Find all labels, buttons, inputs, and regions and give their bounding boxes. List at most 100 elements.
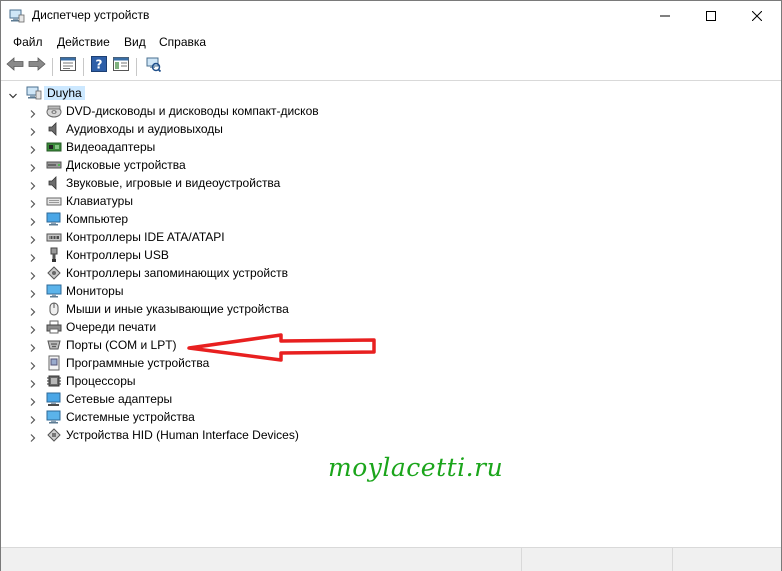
status-cell (522, 548, 673, 571)
tree-item[interactable]: Мыши и иные указывающие устройства (1, 300, 501, 318)
chevron-right-icon[interactable] (28, 358, 38, 370)
tree-item-label[interactable]: Очереди печати (66, 320, 156, 334)
toolbar-separator (52, 58, 53, 76)
tree-item-label[interactable]: Сетевые адаптеры (66, 392, 172, 406)
speaker-icon (46, 121, 62, 137)
chevron-right-icon[interactable] (28, 232, 38, 244)
tree-item[interactable]: Дисковые устройства (1, 156, 501, 174)
tree-item[interactable]: Мониторы (1, 282, 501, 300)
close-button[interactable] (734, 1, 780, 31)
chevron-right-icon[interactable] (28, 412, 38, 424)
status-cell (1, 548, 522, 571)
tree-item-label[interactable]: Дисковые устройства (66, 158, 186, 172)
help-icon: ? (91, 55, 107, 77)
mouse-icon (46, 301, 62, 317)
tree-item-label[interactable]: Порты (COM и LPT) (66, 338, 177, 352)
scan-hardware-button[interactable] (143, 57, 163, 75)
chevron-right-icon[interactable] (28, 304, 38, 316)
help-button[interactable]: ? (89, 55, 109, 77)
tree-item-label[interactable]: Компьютер (66, 212, 128, 226)
tree-item-label[interactable]: Контроллеры IDE ATA/ATAPI (66, 230, 225, 244)
back-button[interactable] (5, 56, 25, 76)
tree-root[interactable]: Duyha (1, 84, 501, 102)
chevron-right-icon[interactable] (28, 394, 38, 406)
svg-text:?: ? (96, 57, 103, 71)
tree-item-label[interactable]: Системные устройства (66, 410, 195, 424)
menu-help[interactable]: Справка (159, 35, 206, 49)
tree-item[interactable]: Аудиовходы и аудиовыходы (1, 120, 501, 138)
tree-item-label[interactable]: Контроллеры USB (66, 248, 169, 262)
chevron-right-icon[interactable] (28, 214, 38, 226)
title-bar[interactable]: Диспетчер устройств (1, 1, 781, 31)
speaker-icon (46, 175, 62, 191)
tree-item[interactable]: Системные устройства (1, 408, 501, 426)
processor-icon (46, 373, 62, 389)
tree-root-label[interactable]: Duyha (44, 86, 85, 100)
properties-icon (60, 56, 76, 76)
chevron-right-icon[interactable] (28, 322, 38, 334)
chevron-right-icon[interactable] (28, 286, 38, 298)
chevron-right-icon[interactable] (28, 268, 38, 280)
toolbar: ? (1, 53, 781, 81)
show-hide-console-tree-button[interactable] (111, 56, 131, 75)
device-manager-window: Диспетчер устройств Файл Действие Вид Сп… (0, 0, 782, 571)
chevron-right-icon[interactable] (28, 430, 38, 442)
storage-controller-icon (46, 265, 62, 281)
keyboard-icon (46, 193, 62, 209)
tree-item[interactable]: Клавиатуры (1, 192, 501, 210)
chevron-right-icon[interactable] (28, 340, 38, 352)
tree-item-label[interactable]: Устройства HID (Human Interface Devices) (66, 428, 299, 442)
tree-item[interactable]: Контроллеры запоминающих устройств (1, 264, 501, 282)
chevron-right-icon[interactable] (28, 250, 38, 262)
close-icon (752, 11, 762, 21)
tree-item-label[interactable]: Мыши и иные указывающие устройства (66, 302, 289, 316)
ide-controller-icon (46, 229, 62, 245)
chevron-right-icon[interactable] (28, 124, 38, 136)
chevron-right-icon[interactable] (28, 142, 38, 154)
toolbar-separator (136, 58, 137, 76)
chevron-right-icon[interactable] (28, 160, 38, 172)
hid-icon (46, 427, 62, 443)
port-icon (46, 337, 62, 353)
tree-item[interactable]: Звуковые, игровые и видеоустройства (1, 174, 501, 192)
back-arrow-icon (6, 56, 24, 76)
tree-item[interactable]: Компьютер (1, 210, 501, 228)
toolbar-separator (83, 58, 84, 76)
menu-view[interactable]: Вид (124, 35, 146, 49)
menu-action[interactable]: Действие (57, 35, 110, 49)
chevron-right-icon[interactable] (28, 178, 38, 190)
computer-icon (46, 211, 62, 227)
window-title: Диспетчер устройств (32, 8, 150, 22)
tree-item-label[interactable]: Звуковые, игровые и видеоустройства (66, 176, 280, 190)
chevron-right-icon[interactable] (28, 196, 38, 208)
tree-item[interactable]: Контроллеры IDE ATA/ATAPI (1, 228, 501, 246)
minimize-button[interactable] (642, 1, 688, 31)
chevron-right-icon[interactable] (28, 376, 38, 388)
menu-file[interactable]: Файл (13, 35, 43, 49)
computer-icon (26, 85, 42, 101)
tree-item-label[interactable]: Мониторы (66, 284, 123, 298)
forward-arrow-icon (28, 56, 46, 76)
tree-item-label[interactable]: Контроллеры запоминающих устройств (66, 266, 288, 280)
tree-item-label[interactable]: Процессоры (66, 374, 136, 388)
maximize-icon (706, 11, 716, 21)
tree-item[interactable]: Процессоры (1, 372, 501, 390)
tree-item[interactable]: DVD-дисководы и дисководы компакт-дисков (1, 102, 501, 120)
chevron-right-icon[interactable] (28, 106, 38, 118)
tree-item-label[interactable]: Клавиатуры (66, 194, 133, 208)
tree-item-label[interactable]: Аудиовходы и аудиовыходы (66, 122, 223, 136)
printer-icon (46, 319, 62, 335)
tree-item-label[interactable]: Видеоадаптеры (66, 140, 155, 154)
tree-item-label[interactable]: DVD-дисководы и дисководы компакт-дисков (66, 104, 319, 118)
scan-hardware-icon (145, 56, 162, 77)
tree-item[interactable]: Сетевые адаптеры (1, 390, 501, 408)
tree-item[interactable]: Видеоадаптеры (1, 138, 501, 156)
forward-button[interactable] (27, 56, 47, 76)
properties-button[interactable] (58, 56, 78, 76)
tree-item[interactable]: Контроллеры USB (1, 246, 501, 264)
tree-item[interactable]: Устройства HID (Human Interface Devices) (1, 426, 501, 444)
chevron-down-icon[interactable] (8, 88, 18, 99)
red-arrow-icon (187, 333, 376, 362)
dvd-drive-icon (46, 103, 62, 119)
maximize-button[interactable] (688, 1, 734, 31)
